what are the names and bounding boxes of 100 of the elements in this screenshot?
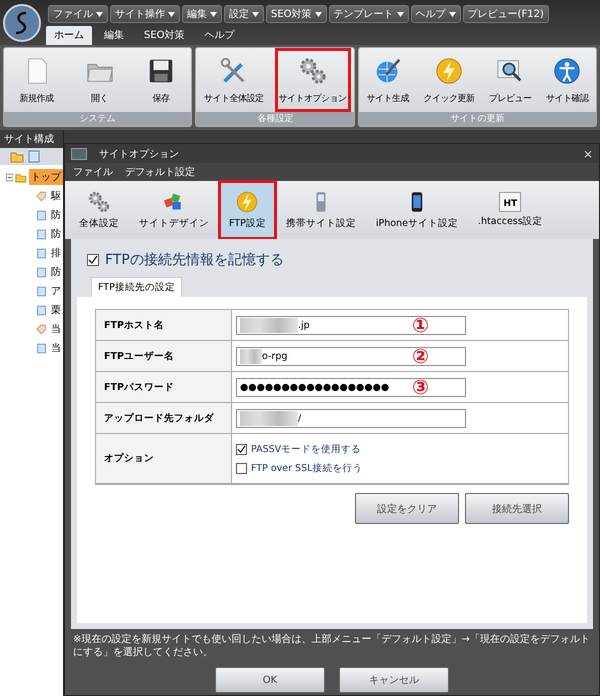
settings-tab[interactable]: FTP設定 <box>221 183 274 237</box>
checkbox[interactable] <box>236 462 247 474</box>
gears-icon <box>298 56 328 86</box>
ribbon-button-label: 保存 <box>152 92 170 104</box>
ribbon-button-label: 開く <box>91 92 108 104</box>
tab-label: 携帯サイト設定 <box>286 217 356 230</box>
field-label: オプション <box>96 434 232 484</box>
ribbon-button[interactable]: サイト確認 <box>542 48 593 112</box>
collapse-icon[interactable] <box>6 172 14 182</box>
input-field[interactable]: / <box>236 408 466 428</box>
tree-item[interactable]: 当 <box>49 340 63 356</box>
menu-item[interactable]: ファイル <box>73 165 113 179</box>
ribbon-button[interactable]: サイト生成 <box>362 48 414 112</box>
ribbon-button[interactable]: クイック更新 <box>420 48 479 112</box>
ribbon-button[interactable]: 保存 <box>142 48 180 112</box>
checkbox-label: FTPの接続先情報を記憶する <box>105 251 284 269</box>
page-icon <box>36 304 47 316</box>
ribbon-button[interactable]: 開く <box>80 48 119 112</box>
ribbon-tab[interactable]: SEO対策 <box>136 26 193 45</box>
lightning-icon <box>235 190 260 214</box>
dialog-button[interactable]: OK <box>215 667 325 693</box>
ribbon-tab[interactable]: 編集 <box>96 26 132 45</box>
menu-item[interactable]: 設定 <box>224 5 264 23</box>
folder-icon <box>10 150 24 163</box>
settings-tab[interactable]: HT .htaccess設定 <box>470 183 551 237</box>
ribbon-button-label: サイト確認 <box>546 92 589 104</box>
field-label: FTPパスワード <box>96 372 232 403</box>
page-icon <box>36 246 47 260</box>
tab-label: 全体設定 <box>79 217 119 230</box>
tree-item[interactable]: 防 <box>49 226 63 242</box>
group-title: サイトの更新 <box>359 112 596 126</box>
ribbon-button-label: サイト全体設定 <box>204 92 264 104</box>
tree-item[interactable]: 排 <box>49 245 63 261</box>
caret-icon <box>210 12 217 16</box>
ribbon-button-label: クイック更新 <box>424 92 475 104</box>
window-title: サイトオプション <box>99 148 179 160</box>
menu-item[interactable]: サイト操作 <box>110 5 180 23</box>
ribbon-button[interactable]: プレビュー <box>485 48 536 112</box>
field-label: FTPホスト名 <box>96 310 232 341</box>
settings-tab[interactable]: iPhoneサイト設定 <box>368 183 466 237</box>
menu-item[interactable]: 編集 <box>182 5 222 23</box>
field-label: FTPユーザー名 <box>96 341 232 372</box>
tab-label: サイトデザイン <box>139 217 209 230</box>
tree-item[interactable]: 栗 <box>49 302 63 318</box>
group-title: システム <box>4 112 192 126</box>
ribbon-tab[interactable]: ホーム <box>46 26 92 45</box>
group-title: 各種設定 <box>196 112 354 126</box>
menu-item[interactable]: ファイル <box>48 5 108 23</box>
close-button[interactable]: × <box>582 146 593 160</box>
tree-item[interactable]: 当 <box>49 321 63 337</box>
tree-item[interactable]: 防 <box>49 207 63 223</box>
tag-icon <box>36 322 47 336</box>
page-icon <box>36 284 47 298</box>
caret-icon <box>252 12 259 16</box>
page-icon <box>36 208 47 222</box>
menu-item[interactable]: デフォルト設定 <box>125 165 195 179</box>
ribbon-button-label: サイト生成 <box>366 92 410 104</box>
window-icon <box>71 148 87 160</box>
tree-item[interactable]: ア <box>49 283 63 299</box>
caret-icon <box>168 12 175 16</box>
ribbon-button-label: プレビュー <box>489 92 532 104</box>
section-tab[interactable]: FTP接続先の設定 <box>91 277 182 297</box>
dialog-button[interactable]: キャンセル <box>339 667 449 693</box>
menu-item[interactable]: ヘルプ <box>410 5 461 23</box>
page-icon <box>36 342 47 354</box>
caret-icon <box>314 12 322 16</box>
lightning-icon <box>434 56 464 86</box>
page-icon <box>36 266 47 278</box>
settings-tab[interactable]: 全体設定 <box>71 183 127 237</box>
ribbon-button[interactable]: サイトオプション <box>274 48 351 112</box>
tab-label: FTP設定 <box>229 217 266 230</box>
annotation-number: ② <box>412 346 429 366</box>
menu-item[interactable]: SEO対策 <box>266 5 327 23</box>
tree-item[interactable]: 駆 <box>49 188 63 204</box>
tab-label: iPhoneサイト設定 <box>376 217 458 230</box>
checkbox-label: PASSVモードを使用する <box>251 442 362 456</box>
ribbon-button[interactable]: 新規作成 <box>16 48 58 112</box>
action-button[interactable]: 設定をクリア <box>355 493 459 524</box>
checkbox[interactable] <box>87 254 99 266</box>
ribbon-tab[interactable]: ヘルプ <box>196 26 243 45</box>
caret-icon <box>96 12 103 16</box>
gears-icon <box>87 190 111 214</box>
ribbon-button-label: 新規作成 <box>20 92 54 104</box>
menu-item[interactable]: テンプレート <box>328 5 409 23</box>
settings-tab[interactable]: サイトデザイン <box>131 183 217 237</box>
menu-item[interactable]: プレビュー(F12) <box>462 5 549 23</box>
field-label: アップロード先フォルダ <box>96 403 232 434</box>
ribbon-button-label: サイトオプション <box>278 92 347 104</box>
settings-tab[interactable]: 携帯サイト設定 <box>278 183 364 237</box>
annotation-number: ③ <box>412 377 429 397</box>
caret-icon <box>448 12 456 16</box>
note-text: ※現在の設定を新規サイトでも使い回したい場合は、上部メニュー「デフォルト設定」→「現在の設定をデフォルトにする」を選択してください。 <box>72 632 591 660</box>
ribbon-button[interactable]: サイト全体設定 <box>200 48 268 112</box>
tree-item[interactable]: 防 <box>49 264 63 280</box>
annotation-number: ① <box>412 315 429 335</box>
tree-item[interactable]: トップ <box>29 169 63 185</box>
checkbox-label: FTP over SSL接続を行う <box>251 462 362 474</box>
action-button[interactable]: 接続先選択 <box>465 493 569 524</box>
app-logo-icon[interactable] <box>2 3 42 43</box>
checkbox[interactable] <box>236 444 247 454</box>
